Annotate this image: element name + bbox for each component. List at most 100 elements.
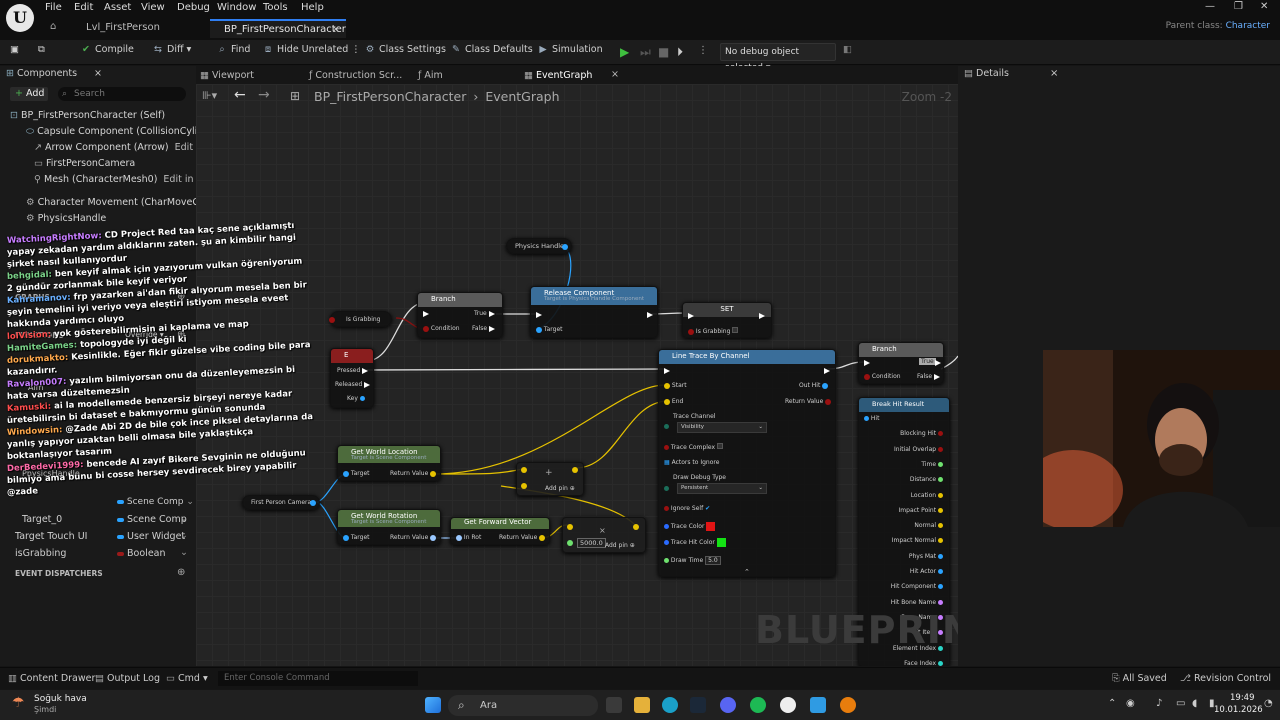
exec-in-pin[interactable] — [423, 310, 429, 317]
menu-file[interactable]: File — [45, 2, 62, 13]
debug-object-select[interactable]: No debug object selected ▾ — [720, 43, 836, 73]
bool-pin-icon[interactable] — [864, 373, 870, 380]
unreal-logo-icon[interactable]: U — [6, 4, 34, 32]
break-hit-pin[interactable]: Impact Normal — [892, 537, 943, 544]
parent-class-value[interactable]: Character — [1226, 21, 1270, 31]
bool-pin-icon[interactable] — [329, 316, 335, 323]
simulation-button[interactable]: ▶ Simulation — [537, 44, 602, 55]
break-hit-pin[interactable]: Initial Overlap — [894, 446, 943, 453]
chevron-down-icon[interactable]: ⌄ — [186, 497, 194, 507]
tab-aim[interactable]: ƒ Aim — [418, 70, 443, 81]
variable-row[interactable]: Target Touch UI User Widget ⌄ — [0, 530, 196, 546]
vector-pin-icon[interactable] — [521, 466, 527, 473]
bool-pin-icon[interactable] — [825, 398, 832, 405]
break-hit-pin[interactable]: Face Index — [904, 660, 943, 666]
add-pin-label[interactable]: Add pin — [605, 542, 628, 549]
array-pin-icon[interactable]: ▦ — [664, 459, 670, 466]
break-hit-pin[interactable]: Hit Actor — [910, 568, 943, 575]
breadcrumb-graph[interactable]: EventGraph — [485, 89, 559, 104]
chevron-down-icon[interactable]: ⌄ — [180, 513, 188, 524]
tab-construction-script[interactable]: ƒ Construction Scr... — [309, 70, 402, 81]
line-trace-node[interactable]: Line Trace By Channel Start Out Hit End … — [658, 349, 836, 577]
output-pin-icon[interactable] — [938, 507, 943, 513]
close-components-icon[interactable]: × — [94, 68, 102, 79]
break-hit-pin[interactable]: Blocking Hit — [900, 430, 943, 437]
object-pin-icon[interactable] — [343, 534, 349, 541]
breadcrumb-blueprint[interactable]: BP_FirstPersonCharacter — [314, 89, 466, 104]
spotify-icon[interactable] — [750, 697, 766, 713]
revision-control-button[interactable]: ⎇ Revision Control — [1180, 673, 1271, 684]
windows-start-icon[interactable] — [425, 697, 441, 713]
find-button[interactable]: ⌕ Find — [216, 44, 250, 55]
draw-debug-select[interactable]: Persistent ⌄ — [677, 483, 767, 494]
trace-hit-color-swatch[interactable] — [716, 538, 726, 547]
checkbox[interactable] — [717, 443, 723, 449]
taskbar-search[interactable]: ⌕ Ara — [448, 695, 598, 716]
maximize-icon[interactable]: ❐ — [1234, 1, 1243, 12]
break-hit-pin[interactable]: Impact Point — [899, 507, 943, 514]
object-pin-icon[interactable] — [343, 470, 349, 477]
microphone-icon[interactable]: ♪ — [1156, 698, 1162, 709]
exec-out-pin[interactable] — [647, 311, 653, 318]
vector-pin-icon[interactable] — [664, 382, 670, 389]
enum-pin-icon[interactable] — [664, 486, 669, 491]
minimize-icon[interactable]: — — [1205, 1, 1215, 12]
output-pin-icon[interactable] — [938, 553, 943, 559]
vector-pin-icon[interactable] — [539, 534, 546, 541]
menu-edit[interactable]: Edit — [74, 2, 93, 13]
exec-out-pin[interactable] — [933, 373, 940, 380]
multiply-vector-node[interactable]: × 5000.0 Add pin ⊕ — [562, 517, 646, 553]
save-status[interactable]: ⎘ All Saved — [1112, 673, 1167, 684]
bool-pin-icon[interactable] — [423, 325, 429, 332]
vector-pin-icon[interactable] — [633, 523, 639, 530]
output-pin-icon[interactable] — [938, 660, 943, 666]
output-pin-icon[interactable] — [864, 416, 869, 421]
object-pin-icon[interactable] — [562, 243, 568, 250]
bool-pin-icon[interactable] — [664, 506, 669, 511]
add-pin-icon[interactable]: ⊕ — [570, 485, 575, 492]
output-pin-icon[interactable] — [938, 599, 943, 605]
menu-view[interactable]: View — [141, 2, 165, 13]
close-eventgraph-icon[interactable]: × — [611, 69, 619, 80]
close-tab-icon[interactable]: × — [332, 21, 340, 38]
blender-icon[interactable] — [840, 697, 856, 713]
float-pin-icon[interactable] — [567, 539, 573, 546]
output-pin-icon[interactable] — [938, 584, 943, 590]
exec-out-pin[interactable] — [488, 310, 495, 317]
play-options-icon[interactable]: ⋮ — [698, 45, 708, 56]
output-log-button[interactable]: ▤ Output Log — [95, 673, 160, 684]
branch-node[interactable]: Branch Condition True False — [858, 342, 944, 384]
first-person-camera-getter-node[interactable]: First Person Camera — [242, 495, 320, 510]
vector-pin-icon[interactable] — [567, 523, 573, 530]
menu-debug[interactable]: Debug — [177, 2, 210, 13]
trace-color-swatch[interactable] — [706, 522, 716, 531]
browse-icon[interactable]: ⧉ — [38, 44, 45, 55]
diff-button[interactable]: ⇆ Diff ▾ — [152, 44, 191, 55]
graph-options-icon[interactable]: ⊪▾ — [202, 89, 217, 102]
steam-icon[interactable] — [690, 697, 706, 713]
console-input[interactable]: Enter Console Command — [218, 671, 418, 686]
app-icon[interactable] — [810, 697, 826, 713]
class-defaults-button[interactable]: ✎ Class Defaults — [450, 44, 533, 55]
save-icon[interactable]: ▣ — [10, 44, 19, 55]
variable-row[interactable]: isGrabbing Boolean ⌄ — [0, 547, 196, 563]
draw-time-field[interactable]: 5.0 — [705, 556, 721, 565]
vector-pin-icon[interactable] — [521, 482, 527, 489]
checkbox[interactable] — [732, 327, 739, 333]
exec-out-pin[interactable] — [488, 325, 495, 332]
notifications-icon[interactable]: ◔ — [1264, 698, 1273, 709]
hide-unrelated-button[interactable]: ⧈ Hide Unrelated ⋮ — [262, 44, 361, 55]
tab-viewport[interactable]: ▦ Viewport — [200, 70, 254, 81]
physics-handle-getter-node[interactable]: Physics Handle — [506, 238, 572, 254]
tab-components[interactable]: ⊞ Components × — [6, 68, 102, 84]
content-drawer-button[interactable]: ▥ Content Drawer — [8, 673, 95, 684]
break-hit-pin[interactable]: Time — [921, 461, 943, 468]
event-graph-canvas[interactable]: Physics Handle Branch Condition True Fal… — [196, 84, 958, 666]
add-pin-label[interactable]: Add pin — [545, 485, 568, 492]
task-view-icon[interactable] — [606, 697, 622, 713]
output-pin-icon[interactable] — [938, 431, 943, 437]
release-component-node[interactable]: Release Component Target is Physics Handl… — [530, 286, 658, 338]
variable-row[interactable]: Target_0 Scene Comp ⌄ — [0, 513, 196, 529]
output-pin-icon[interactable] — [938, 523, 943, 529]
get-forward-vector-node[interactable]: Get Forward Vector In Rot Return Value — [450, 517, 550, 545]
